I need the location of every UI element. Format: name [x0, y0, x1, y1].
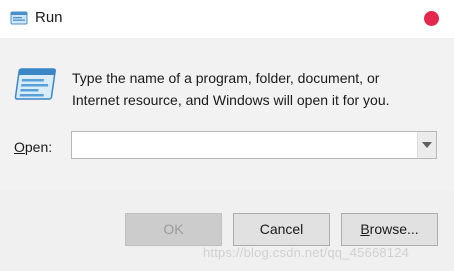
description-line-1: Type the name of a program, folder, docu…: [72, 70, 380, 86]
dialog-footer: OK Cancel Browse... https://blog.csdn.ne…: [0, 191, 454, 271]
watermark-text: https://blog.csdn.net/qq_45668124: [203, 245, 410, 260]
run-dialog: Run Type the name of a program, folder, …: [0, 0, 454, 271]
chevron-down-icon: [422, 142, 432, 148]
close-icon[interactable]: [424, 11, 439, 26]
open-combobox[interactable]: [71, 131, 437, 159]
browse-label: rowse...: [369, 221, 419, 237]
dialog-content: Type the name of a program, folder, docu…: [0, 38, 454, 191]
description-line-2: Internet resource, and Windows will open…: [72, 92, 390, 108]
browse-mnemonic: B: [360, 221, 370, 237]
browse-button[interactable]: Browse...: [341, 213, 438, 246]
dropdown-button[interactable]: [417, 132, 436, 158]
dialog-description: Type the name of a program, folder, docu…: [72, 67, 442, 111]
open-input[interactable]: [72, 132, 417, 158]
title-bar[interactable]: Run: [0, 0, 454, 38]
open-label: Open:: [14, 138, 52, 156]
ok-button[interactable]: OK: [125, 213, 222, 246]
run-window-icon: [12, 65, 56, 105]
open-label-mnemonic: O: [14, 139, 25, 155]
run-icon: [10, 9, 28, 27]
cancel-button[interactable]: Cancel: [233, 213, 330, 246]
open-label-text: pen:: [24, 139, 53, 155]
window-title: Run: [35, 9, 63, 26]
